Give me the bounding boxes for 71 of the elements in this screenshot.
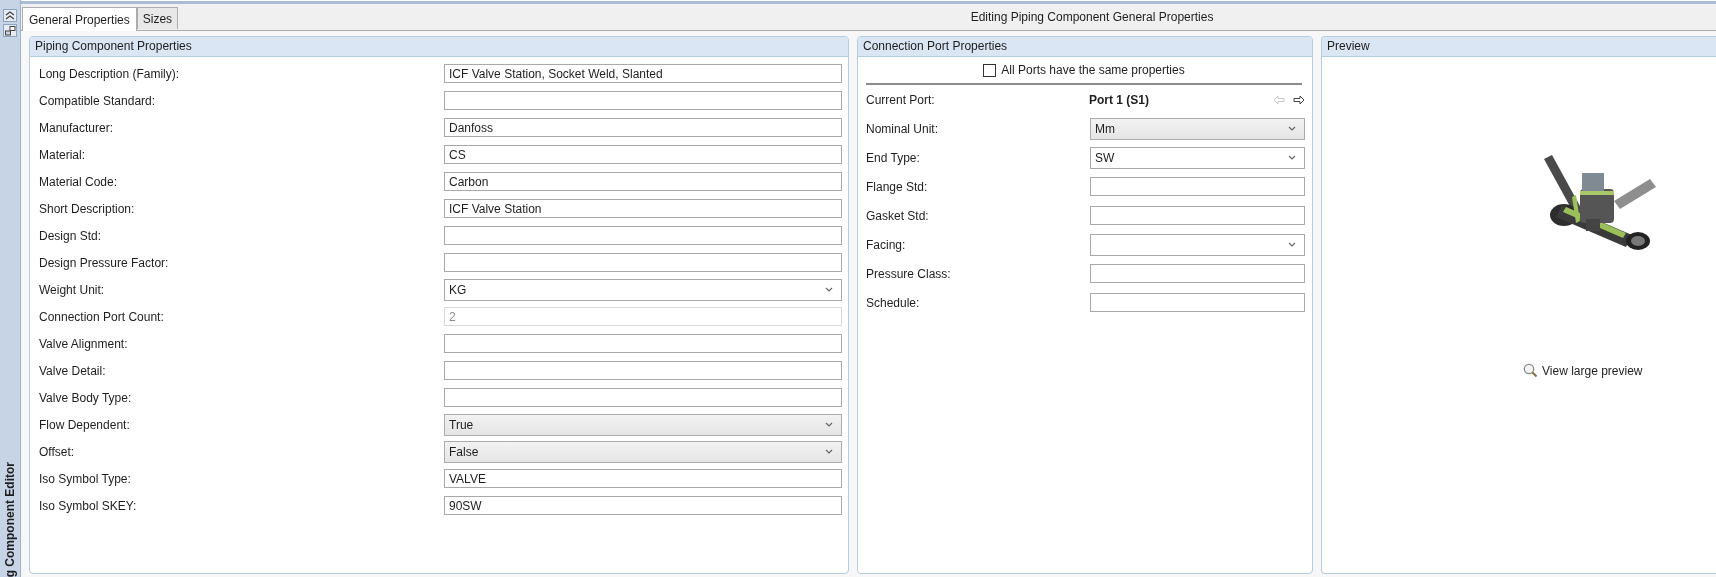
text-field[interactable]: CS (444, 145, 842, 164)
text-field[interactable]: VALVE (444, 469, 842, 488)
field-label: Iso Symbol Type: (39, 471, 132, 486)
text-field[interactable] (1090, 206, 1305, 225)
field-label: Facing: (866, 237, 907, 252)
panel-header: Piping Component Properties (30, 37, 848, 57)
field-label: Offset: (39, 444, 76, 459)
panel-header: Connection Port Properties (858, 37, 1312, 57)
text-field[interactable]: Carbon (444, 172, 842, 191)
text-field[interactable]: Danfoss (444, 118, 842, 137)
text-field[interactable] (444, 388, 842, 407)
dropdown[interactable]: SW (1090, 146, 1305, 169)
dropdown[interactable]: False (444, 440, 842, 463)
chevron-icon (1288, 155, 1296, 160)
text-field[interactable] (1090, 264, 1305, 283)
editor-title: Editing Piping Component General Properties (969, 10, 1215, 24)
text-field[interactable] (1090, 177, 1305, 196)
port-name: Port 1 (S1) (1089, 92, 1149, 107)
field-label: Material: (39, 147, 86, 162)
field-label: Flange Std: (866, 179, 929, 194)
tab[interactable]: Sizes (136, 7, 179, 29)
field-label: Weight Unit: (39, 282, 106, 297)
field-label: Nominal Unit: (866, 121, 940, 136)
text-field[interactable] (444, 226, 842, 245)
text-field[interactable] (444, 91, 842, 110)
text-field[interactable]: ICF Valve Station (444, 199, 842, 218)
dropdown[interactable] (1090, 233, 1305, 256)
field-label: Design Pressure Factor: (39, 255, 170, 270)
double-chevron-up-icon (5, 11, 15, 20)
field-label: Schedule: (866, 295, 921, 310)
text-field[interactable]: 90SW (444, 496, 842, 515)
checkbox-label: All Ports have the same properties (1001, 63, 1185, 77)
dropdown[interactable]: True (444, 413, 842, 436)
panel-title: g Component Editor (2, 461, 18, 577)
field-label: Manufacturer: (39, 120, 115, 135)
preview-link[interactable]: View large preview (1523, 363, 1643, 378)
chevron-icon (825, 449, 833, 454)
field-label: Valve Alignment: (39, 336, 129, 351)
dropdown[interactable]: KG (444, 278, 842, 301)
field-label: Valve Detail: (39, 363, 107, 378)
field-label: End Type: (866, 150, 921, 165)
text-field[interactable] (1090, 293, 1305, 312)
window-icon (4, 25, 16, 36)
text-field[interactable] (444, 334, 842, 353)
field-label: Material Code: (39, 174, 119, 189)
window-button[interactable] (3, 24, 17, 37)
field-label: Long Description (Family): (39, 66, 181, 81)
field-label: Pressure Class: (866, 266, 952, 281)
dropdown[interactable]: Mm (1090, 117, 1305, 140)
chevron-icon (825, 422, 833, 427)
field-label: Iso Symbol SKEY: (39, 498, 138, 513)
text-field[interactable] (444, 253, 842, 272)
field-label: Compatible Standard: (39, 93, 157, 108)
field-label: Valve Body Type: (39, 390, 133, 405)
field-label: Connection Port Count: (39, 309, 165, 324)
field-label: Gasket Std: (866, 208, 930, 223)
field-label: Short Description: (39, 201, 136, 216)
field-label: Flow Dependent: (39, 417, 131, 432)
chevron-icon (825, 287, 833, 292)
chevron-icon (1288, 242, 1296, 247)
right-arrow-icon[interactable] (1293, 94, 1305, 105)
panel-header: Preview (1322, 37, 1716, 57)
field-label: Current Port: (866, 92, 936, 107)
field-label: Design Std: (39, 228, 103, 243)
text-field[interactable]: ICF Valve Station, Socket Weld, Slanted (444, 64, 842, 83)
text-field[interactable] (444, 361, 842, 380)
checkbox[interactable] (983, 63, 997, 77)
tab[interactable]: General Properties (22, 7, 137, 31)
search-icon (1523, 363, 1538, 378)
collapse-button[interactable] (3, 9, 17, 22)
chevron-icon (1288, 126, 1296, 131)
